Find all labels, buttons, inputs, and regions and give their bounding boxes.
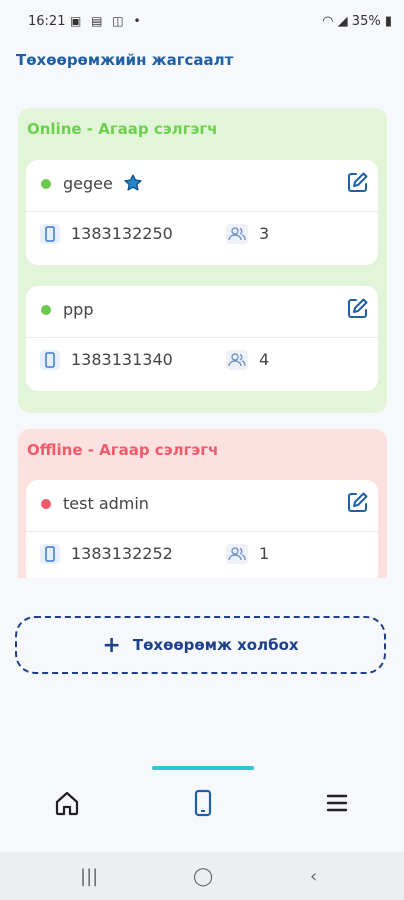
device-card-header: ppp xyxy=(26,286,378,338)
edit-icon[interactable] xyxy=(346,170,370,194)
device-user-count: 3 xyxy=(259,224,270,243)
edit-icon[interactable] xyxy=(346,296,370,320)
status-bar: 16:21 ▣ ▤ ◫ • ◠ ◢ 35% ▮ xyxy=(0,0,404,44)
battery-icon: ▮ xyxy=(384,14,392,29)
menu-icon[interactable] xyxy=(322,788,352,818)
offline-group: Offline - Агаар сэлгэгч test admin 13831… xyxy=(18,429,387,578)
offline-status-dot xyxy=(41,499,51,509)
connect-device-button[interactable]: + Төхөөрөмж холбох xyxy=(15,616,386,674)
status-time: 16:21 xyxy=(28,14,66,29)
page-title: Төхөөрөмжийн жагсаалт xyxy=(16,51,234,69)
device-card[interactable]: test admin 1383132252 1 xyxy=(26,480,378,578)
device-card[interactable]: ppp 1383131340 4 xyxy=(26,286,378,391)
device-phone: 1383131340 xyxy=(71,350,173,369)
phone-icon xyxy=(40,544,60,564)
device-name: test admin xyxy=(63,494,149,513)
back-icon[interactable]: ‹ xyxy=(310,866,317,887)
device-user-count: 1 xyxy=(259,544,270,563)
users-icon xyxy=(226,544,248,564)
device-card-header: gegee xyxy=(26,160,378,212)
recents-icon[interactable]: ||| xyxy=(80,866,98,887)
system-nav-bar: ||| ◯ ‹ xyxy=(0,852,404,900)
device-phone: 1383132252 xyxy=(71,544,173,563)
online-status-dot xyxy=(41,179,51,189)
online-group-title: Online - Агаар сэлгэгч xyxy=(27,120,218,138)
device-icon[interactable] xyxy=(188,788,218,818)
home-circle-icon[interactable]: ◯ xyxy=(193,866,213,887)
wifi-icon: ◠ xyxy=(322,14,334,29)
notification-icons: ▣ ▤ ◫ • xyxy=(70,14,144,28)
offline-group-title: Offline - Агаар сэлгэгч xyxy=(27,441,219,459)
online-status-dot xyxy=(41,305,51,315)
plus-icon: + xyxy=(102,632,121,658)
device-card-header: test admin xyxy=(26,480,378,532)
status-right: ◠ ◢ 35% ▮ xyxy=(322,14,392,29)
online-group: Online - Агаар сэлгэгч gegee 1383132250 xyxy=(18,108,387,413)
connect-device-label: Төхөөрөмж холбох xyxy=(132,636,299,654)
device-name: ppp xyxy=(63,300,94,319)
users-icon xyxy=(226,350,248,370)
device-name: gegee xyxy=(63,174,113,193)
edit-icon[interactable] xyxy=(346,490,370,514)
phone-icon xyxy=(40,350,60,370)
signal-icon: ◢ xyxy=(337,14,348,29)
battery-percent: 35% xyxy=(351,14,381,29)
device-user-count: 4 xyxy=(259,350,270,369)
device-card[interactable]: gegee 1383132250 3 xyxy=(26,160,378,265)
bottom-nav xyxy=(0,770,404,850)
home-icon[interactable] xyxy=(52,788,82,818)
device-phone: 1383132250 xyxy=(71,224,173,243)
device-list[interactable]: Online - Агаар сэлгэгч gegee 1383132250 xyxy=(0,95,404,578)
phone-icon xyxy=(40,224,60,244)
star-icon[interactable] xyxy=(123,173,143,193)
users-icon xyxy=(226,224,248,244)
